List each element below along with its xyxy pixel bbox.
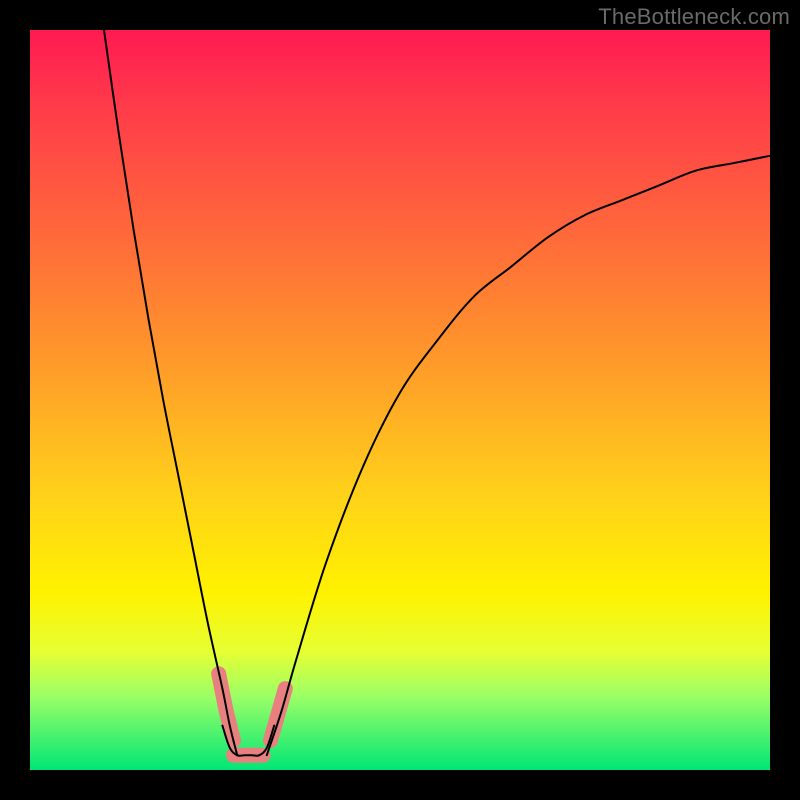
curve-layer xyxy=(30,30,770,770)
curve-right-branch xyxy=(267,156,770,755)
bottleneck-curve xyxy=(104,30,770,756)
chart-stage: TheBottleneck.com xyxy=(0,0,800,800)
curve-left-branch xyxy=(104,30,237,755)
plot-area xyxy=(30,30,770,770)
watermark-text: TheBottleneck.com xyxy=(598,4,790,30)
